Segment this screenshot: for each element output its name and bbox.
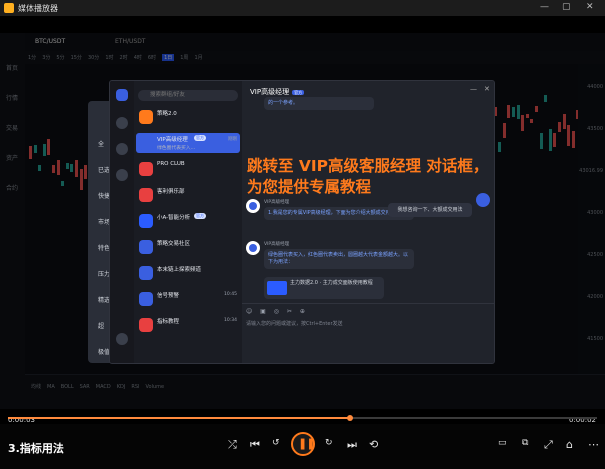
repeat-icon[interactable]: ⟲: [369, 438, 378, 451]
conversation-name: 策略2.0: [157, 111, 177, 117]
sender-name: VIP高级经理: [264, 242, 290, 247]
conversation-item[interactable]: 小A-智能分析 官方: [136, 211, 240, 231]
close-button[interactable]: ✕: [586, 2, 594, 12]
minimize-button[interactable]: —: [540, 2, 549, 12]
settings-icon[interactable]: [116, 333, 128, 345]
conversation-name: 指标教程: [157, 319, 180, 325]
conversation-name: 小A-智能分析: [157, 215, 191, 221]
conversation-item[interactable]: 策略交易社区: [136, 237, 240, 257]
chat-icon[interactable]: [116, 117, 128, 129]
captions-icon[interactable]: ▭: [498, 438, 507, 448]
conversation-avatar: [139, 162, 153, 176]
conversation-avatar: [139, 292, 153, 306]
app-logo-icon: [4, 3, 14, 13]
conversation-item[interactable]: 指标教程 10:34: [136, 315, 240, 335]
chat-title: VIP高级经理: [250, 88, 290, 96]
conversation-item[interactable]: PRO CLUB: [136, 159, 240, 179]
search-input[interactable]: 搜索群组/好友: [138, 90, 238, 101]
tutorial-annotation: 跳转至 VIP高级客服经理 对话框， 为您提供专属教程: [247, 156, 497, 198]
conversation-item[interactable]: 策略2.0: [136, 107, 240, 127]
player-controls: 3.指标用法 ⤮ ⏮ ↺ ❚❚ ↻ ⏭ ⟲ ▭ ⧉ ⤢ ⌂ ⋯: [0, 424, 605, 469]
chat-minimize-button[interactable]: —: [470, 85, 477, 93]
seek-handle[interactable]: [346, 415, 353, 421]
maximize-button[interactable]: ▢: [562, 2, 571, 12]
dialog-item[interactable]: 全: [98, 139, 104, 148]
im-window: 搜索群组/好友 策略2.0 VIP高级经理 绿色圈代表买入... 刚刚 官方 PRO CL…: [109, 80, 495, 364]
forward-icon[interactable]: ↻: [325, 438, 333, 448]
previous-icon[interactable]: ⏮: [250, 438, 260, 452]
input-tools: ☺ ▣ ◎ ✂ ⊕: [246, 308, 308, 315]
conversation-avatar: [139, 266, 153, 280]
chat-close-button[interactable]: ✕: [484, 85, 490, 93]
conversation-name: 客利俱乐部: [157, 189, 185, 195]
official-badge: 官方: [194, 135, 206, 141]
conversation-item[interactable]: VIP高级经理绿色圈代表买入... 刚刚 官方: [136, 133, 240, 153]
conversation-time: 10:34: [224, 318, 237, 323]
pause-button[interactable]: ❚❚: [291, 432, 315, 456]
pip-icon[interactable]: ⧉: [522, 438, 528, 448]
chat-panel: VIP高级经理 官方 — ✕ 的一个参考。 VIP高级经理 1.我是您的专属VIP…: [242, 81, 494, 363]
message-bubble: 绿色圈代表买入，红色圈代表卖出，圆圈越大代表金额越大。以下为用法：: [264, 249, 414, 269]
official-badge: 官方: [292, 90, 305, 95]
seek-progress: [8, 417, 350, 419]
seek-bar[interactable]: [8, 415, 597, 421]
next-icon[interactable]: ⏭: [347, 438, 357, 452]
conversation-avatar: [139, 240, 153, 254]
message-bubble: 的一个参考。: [264, 97, 374, 110]
cast-icon[interactable]: ⌂: [566, 438, 573, 451]
rewind-icon[interactable]: ↺: [272, 438, 280, 448]
title-bar: 媒体播放器 — ▢ ✕: [0, 0, 605, 16]
sender-name: VIP高级经理: [264, 200, 290, 205]
app-title: 媒体播放器: [18, 4, 58, 13]
conversation-item[interactable]: 客利俱乐部: [136, 185, 240, 205]
dialog-item[interactable]: 超: [98, 321, 104, 330]
video-frame[interactable]: 首页 行情 交易 资产 合约 BTC/USDT ETH/USDT 1分 3分 5分 1…: [0, 33, 605, 409]
conversation-time: 10:45: [224, 292, 237, 297]
conversation-name: 信号预警: [157, 293, 180, 299]
fullscreen-icon[interactable]: ⤢: [544, 438, 553, 452]
tutorial-card[interactable]: 主力数据2.0 · 主力成交面板使用教程: [264, 277, 384, 299]
chat-input-area[interactable]: ☺ ▣ ◎ ✂ ⊕ 请输入您的问题或建议，按Ctrl+Enter发送: [242, 303, 494, 363]
user-avatar[interactable]: [116, 89, 128, 101]
tutorial-card-title: 主力数据2.0 · 主力成交面板使用教程: [290, 280, 373, 286]
annotation-line-1: 跳转至 VIP高级客服经理 对话框，: [247, 157, 489, 175]
manager-avatar: [246, 199, 260, 213]
thumbnail-icon: [267, 281, 287, 295]
manager-avatar: [246, 241, 260, 255]
group-icon[interactable]: [116, 169, 128, 181]
conversation-time: 刚刚: [228, 137, 237, 142]
conversation-name: VIP高级经理: [157, 137, 188, 143]
conversation-name: 本末链上探索频道: [157, 267, 202, 273]
annotation-line-2: 为您提供专属教程: [247, 178, 372, 196]
conversation-name: 策略交易社区: [157, 241, 191, 247]
shuffle-icon[interactable]: ⤮: [228, 438, 237, 452]
video-title: 3.指标用法: [8, 442, 64, 455]
conversation-avatar: [139, 136, 153, 150]
more-options-icon[interactable]: ⋯: [588, 438, 599, 451]
conversation-avatar: [139, 318, 153, 332]
chat-header: VIP高级经理 官方: [250, 87, 305, 97]
official-badge: 官方: [194, 213, 206, 219]
conversation-item[interactable]: 本末链上探索频道: [136, 263, 240, 283]
im-rail: [110, 81, 134, 363]
chat-input[interactable]: 请输入您的问题或建议，按Ctrl+Enter发送: [246, 320, 343, 327]
conversation-list: 搜索群组/好友 策略2.0 VIP高级经理 绿色圈代表买入... 刚刚 官方 PRO CL…: [134, 81, 242, 363]
contacts-icon[interactable]: [116, 143, 128, 155]
conversation-avatar: [139, 110, 153, 124]
pause-icon: ❚❚: [298, 437, 315, 450]
conversation-preview: 绿色圈代表买入...: [157, 146, 196, 151]
conversation-name: PRO CLUB: [157, 161, 185, 167]
conversation-avatar: [139, 214, 153, 228]
user-message: 我想咨询一下、大额成交用法: [388, 203, 472, 217]
conversation-avatar: [139, 188, 153, 202]
conversation-item[interactable]: 信号预警 10:45: [136, 289, 240, 309]
